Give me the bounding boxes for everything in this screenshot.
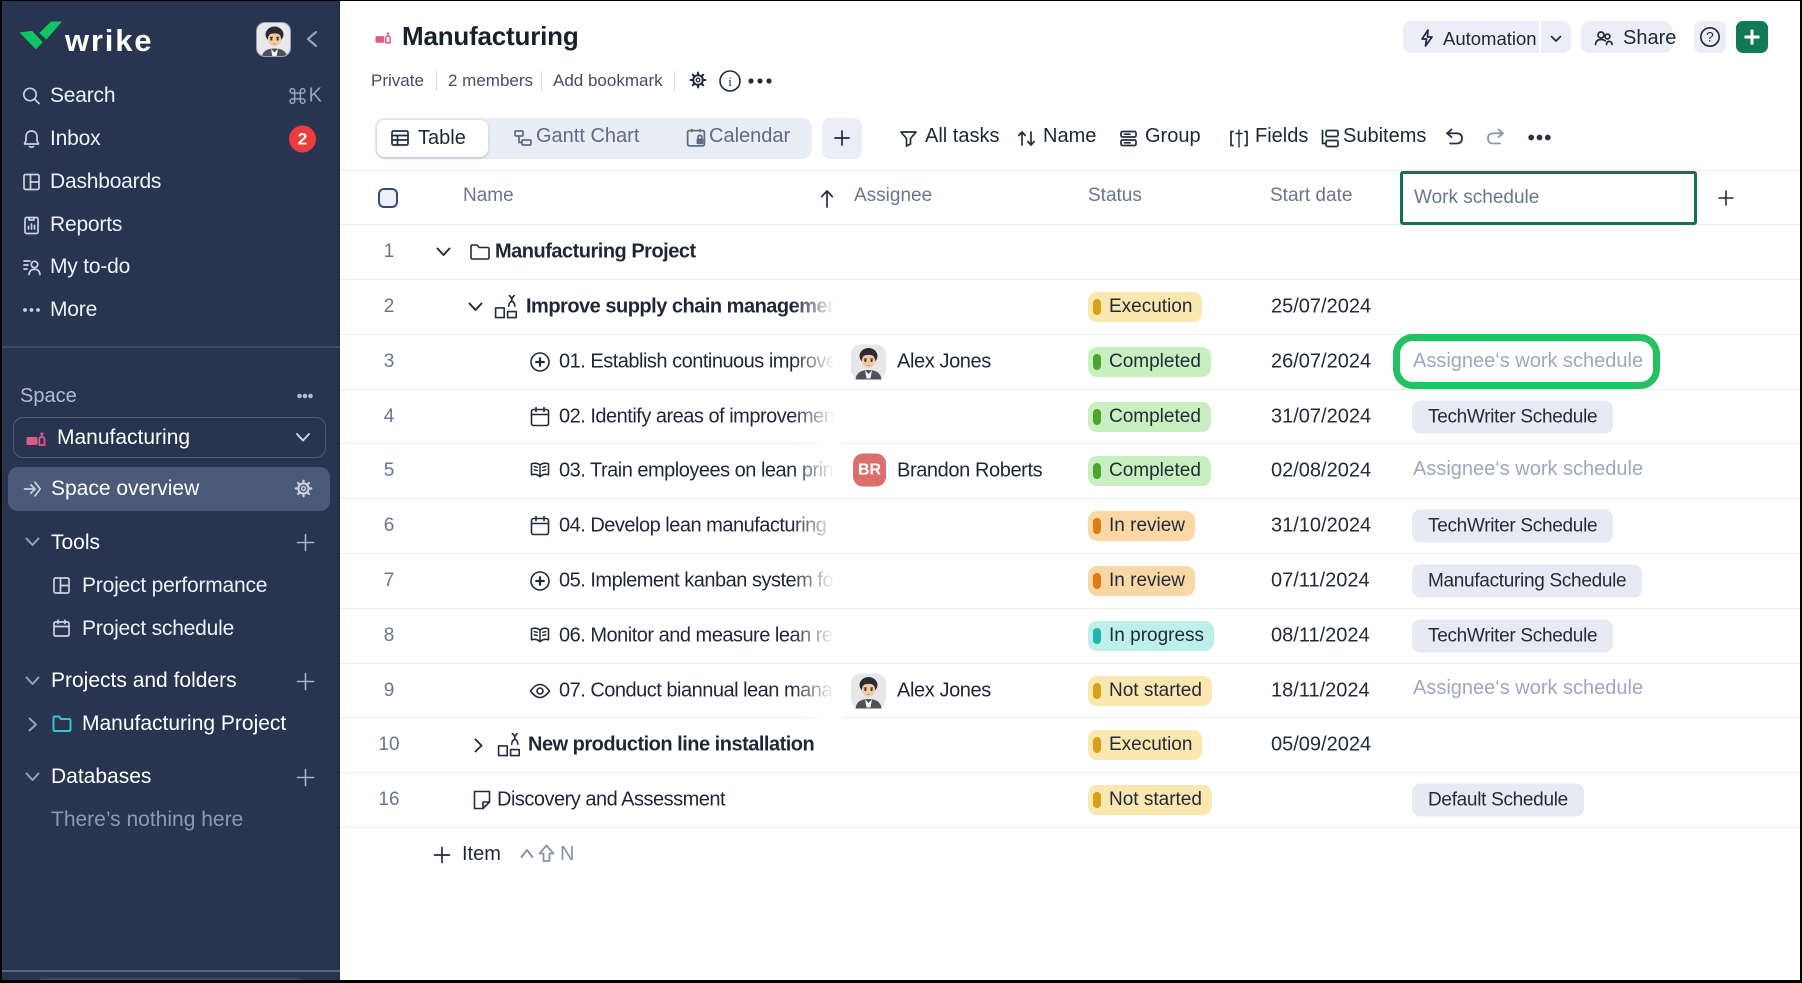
svg-text:?: ? (1706, 30, 1714, 45)
svg-text:i: i (728, 74, 732, 89)
